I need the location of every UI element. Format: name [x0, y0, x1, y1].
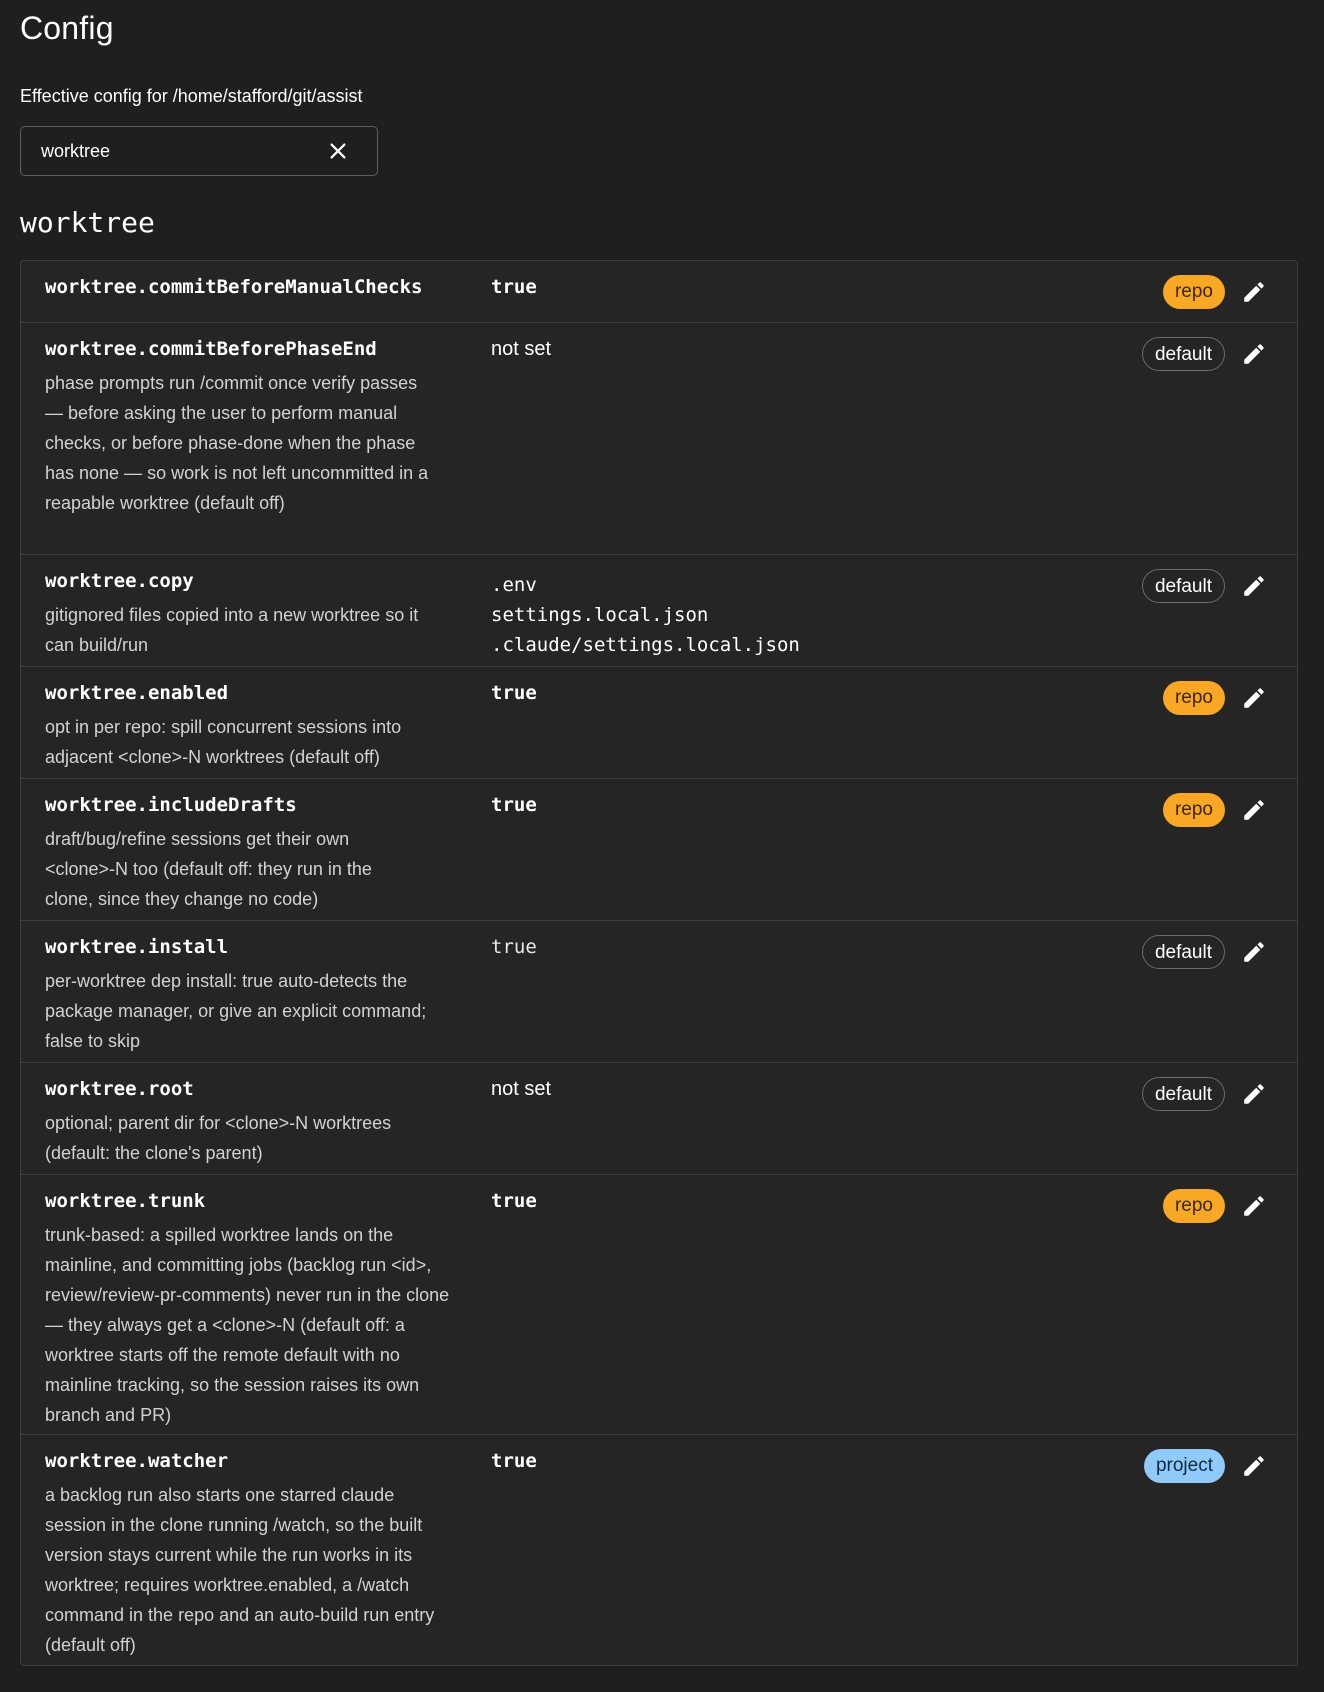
- config-path-subtitle: Effective config for /home/stafford/git/…: [20, 86, 363, 106]
- config-row: worktree.install per-worktree dep instal…: [21, 921, 1297, 1063]
- config-description: opt in per repo: spill concurrent sessio…: [45, 717, 402, 767]
- config-value-item: settings.local.json: [491, 604, 709, 626]
- config-description: phase prompts run /commit once verify pa…: [45, 373, 429, 513]
- config-description: trunk-based: a spilled worktree lands on…: [45, 1225, 450, 1425]
- config-row: worktree.includeDrafts draft/bug/refine …: [21, 779, 1297, 921]
- config-value: true: [491, 682, 537, 704]
- config-table: worktree.commitBeforeManualChecks true r…: [20, 260, 1298, 1666]
- config-row: worktree.commitBeforePhaseEnd phase prom…: [21, 323, 1297, 555]
- config-key: worktree.root: [45, 1078, 194, 1100]
- source-badge: default: [1141, 337, 1225, 371]
- source-badge: repo: [1162, 681, 1225, 715]
- pencil-icon[interactable]: [1241, 573, 1267, 599]
- config-value: true: [491, 794, 537, 816]
- config-key: worktree.includeDrafts: [45, 794, 297, 816]
- config-row: worktree.enabled opt in per repo: spill …: [21, 667, 1297, 779]
- source-badge: repo: [1162, 275, 1225, 309]
- config-value: true: [491, 276, 537, 298]
- config-description: per-worktree dep install: true auto-dete…: [45, 971, 427, 1051]
- config-value-item: .claude/settings.local.json: [491, 634, 800, 656]
- config-value-item: .env: [491, 574, 537, 596]
- config-value: true: [491, 936, 537, 958]
- config-description: gitignored files copied into a new workt…: [45, 605, 419, 655]
- source-badge: project: [1143, 1449, 1225, 1483]
- config-value: not set: [491, 338, 552, 360]
- source-badge: default: [1141, 1077, 1225, 1111]
- pencil-icon[interactable]: [1241, 1453, 1267, 1479]
- config-key: worktree.commitBeforePhaseEnd: [45, 338, 377, 360]
- page-title: Config: [20, 10, 114, 46]
- pencil-icon[interactable]: [1241, 341, 1267, 367]
- config-key: worktree.enabled: [45, 682, 229, 704]
- section-title: worktree: [20, 206, 155, 239]
- pencil-icon[interactable]: [1241, 939, 1267, 965]
- search-box: [20, 126, 378, 176]
- config-value-list: .env settings.local.json .claude/setting…: [491, 570, 800, 660]
- source-badge: repo: [1162, 793, 1225, 827]
- source-badge: repo: [1162, 1189, 1225, 1223]
- config-description: draft/bug/refine sessions get their own …: [45, 829, 372, 909]
- source-badge: default: [1141, 569, 1225, 603]
- search-input[interactable]: [41, 127, 311, 175]
- config-key: worktree.install: [45, 936, 229, 958]
- pencil-icon[interactable]: [1241, 1193, 1267, 1219]
- config-description: a backlog run also starts one starred cl…: [45, 1485, 435, 1655]
- config-value: not set: [491, 1078, 552, 1100]
- pencil-icon[interactable]: [1241, 1081, 1267, 1107]
- config-row: worktree.trunk trunk-based: a spilled wo…: [21, 1175, 1297, 1435]
- pencil-icon[interactable]: [1241, 685, 1267, 711]
- config-row: worktree.watcher a backlog run also star…: [21, 1435, 1297, 1665]
- config-value: true: [491, 1450, 537, 1472]
- config-row: worktree.commitBeforeManualChecks true r…: [21, 261, 1297, 323]
- source-badge: default: [1141, 935, 1225, 969]
- config-key: worktree.commitBeforeManualChecks: [45, 276, 423, 298]
- config-row: worktree.root optional; parent dir for <…: [21, 1063, 1297, 1175]
- config-key: worktree.watcher: [45, 1450, 229, 1472]
- config-key: worktree.trunk: [45, 1190, 206, 1212]
- config-value: true: [491, 1190, 537, 1212]
- config-row: worktree.copy gitignored files copied in…: [21, 555, 1297, 667]
- config-description: optional; parent dir for <clone>-N workt…: [45, 1113, 392, 1163]
- pencil-icon[interactable]: [1241, 279, 1267, 305]
- pencil-icon[interactable]: [1241, 797, 1267, 823]
- config-key: worktree.copy: [45, 570, 194, 592]
- close-icon[interactable]: [327, 140, 349, 162]
